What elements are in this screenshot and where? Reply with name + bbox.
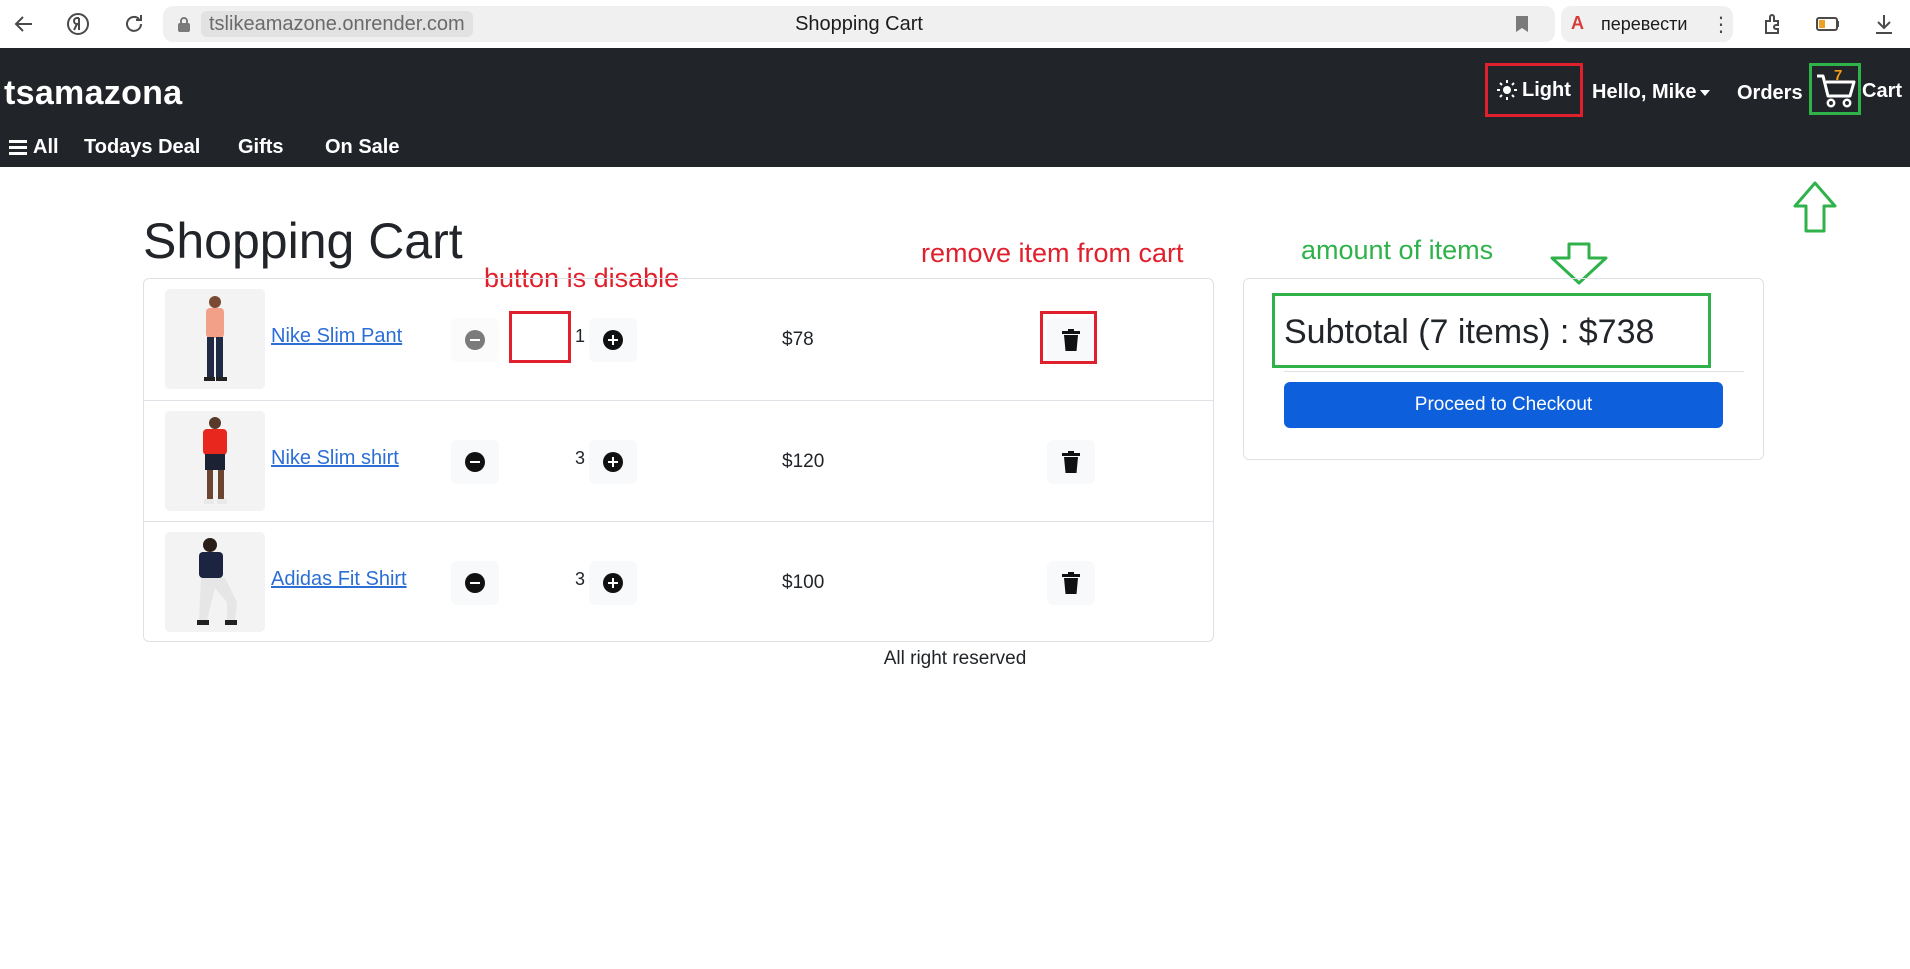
increase-quantity-button[interactable]: [589, 318, 637, 362]
minus-circle-icon: [465, 573, 485, 593]
address-bar[interactable]: tslikeamazone.onrender.com Shopping Cart: [163, 6, 1555, 42]
highlight-remove-button: [1040, 311, 1097, 364]
cart-item-row: Adidas Fit Shirt 3 $100: [144, 521, 1213, 642]
user-label: Hello, Mike: [1592, 81, 1697, 103]
model-leg-left: [207, 337, 214, 377]
subnav-on-sale[interactable]: On Sale: [325, 136, 399, 159]
minus-circle-icon: [465, 452, 485, 472]
cart-button[interactable]: 7: [1809, 63, 1861, 115]
model-leg-right: [216, 337, 223, 377]
subnav-gifts[interactable]: Gifts: [238, 136, 284, 159]
plus-circle-icon: [603, 330, 623, 350]
download-icon[interactable]: [1870, 10, 1898, 38]
translate-button[interactable]: A перевести ⋮: [1561, 6, 1733, 42]
arrow-up-annotation-icon: [1793, 181, 1837, 233]
browser-toolbar: tslikeamazone.onrender.com Shopping Cart…: [0, 0, 1910, 48]
product-name-link[interactable]: Adidas Fit Shirt: [271, 568, 407, 591]
trash-icon: [1062, 572, 1080, 594]
page-title: Shopping Cart: [143, 213, 463, 269]
product-image[interactable]: [165, 532, 265, 632]
decrease-quantity-button[interactable]: [451, 561, 499, 605]
cart-count-badge: 7: [1834, 67, 1843, 84]
proceed-to-checkout-button[interactable]: Proceed to Checkout: [1284, 382, 1723, 428]
battery-icon[interactable]: [1814, 10, 1842, 38]
annotation-remove-item: remove item from cart: [921, 238, 1184, 268]
product-image[interactable]: [165, 411, 265, 511]
yandex-logo-icon[interactable]: [64, 10, 92, 38]
translate-icon: A: [1571, 13, 1584, 33]
increase-quantity-button[interactable]: [589, 440, 637, 484]
theme-toggle-button[interactable]: Light: [1485, 63, 1583, 117]
user-dropdown[interactable]: Hello, Mike: [1592, 81, 1711, 104]
highlight-subtotal: [1272, 293, 1711, 368]
caret-down-icon: [1700, 89, 1711, 96]
decrease-quantity-button[interactable]: [451, 440, 499, 484]
subnav-all[interactable]: All: [9, 136, 59, 159]
item-price: $120: [782, 451, 825, 472]
remove-item-button[interactable]: [1047, 440, 1095, 484]
url-text[interactable]: tslikeamazone.onrender.com: [201, 11, 473, 37]
translate-label: перевести: [1601, 14, 1688, 34]
product-image[interactable]: [165, 289, 265, 389]
remove-item-button[interactable]: [1047, 561, 1095, 605]
item-price: $100: [782, 572, 825, 593]
summary-divider: [1284, 371, 1744, 372]
quantity-value: 3: [575, 448, 586, 468]
back-arrow-icon[interactable]: [10, 10, 38, 38]
bookmark-icon[interactable]: [1515, 15, 1529, 33]
hamburger-icon: [9, 137, 27, 158]
plus-circle-icon: [603, 573, 623, 593]
reload-icon[interactable]: [120, 10, 148, 38]
trash-icon: [1062, 451, 1080, 473]
subnav-all-label: All: [33, 136, 59, 158]
item-price: $78: [782, 329, 814, 350]
model-shorts: [205, 454, 225, 470]
cart-label[interactable]: Cart: [1862, 80, 1902, 103]
annotation-amount-items: amount of items: [1301, 235, 1494, 265]
decrease-quantity-button[interactable]: [451, 318, 499, 362]
model-shirt: [199, 552, 223, 578]
quantity-value: 3: [575, 569, 586, 589]
plus-circle-icon: [603, 452, 623, 472]
orders-link[interactable]: Orders: [1737, 82, 1803, 105]
lock-icon: [178, 17, 190, 32]
theme-label: Light: [1522, 79, 1571, 101]
quantity-value: 1: [575, 326, 586, 346]
product-name-link[interactable]: Nike Slim Pant: [271, 325, 402, 348]
extensions-icon[interactable]: [1760, 10, 1788, 38]
highlight-disabled-button: [509, 311, 571, 363]
more-vertical-icon[interactable]: ⋮: [1711, 12, 1731, 37]
model-shirt: [206, 308, 224, 338]
subnav-todays-deal[interactable]: Todays Deal: [84, 136, 200, 159]
sun-icon: [1497, 80, 1517, 100]
product-name-link[interactable]: Nike Slim shirt: [271, 447, 399, 470]
cart-item-row: Nike Slim shirt 3 $120: [144, 400, 1213, 521]
increase-quantity-button[interactable]: [589, 561, 637, 605]
brand-logo[interactable]: tsamazona: [4, 74, 182, 113]
minus-circle-icon: [465, 330, 485, 350]
model-shirt: [203, 429, 227, 455]
footer-text: All right reserved: [883, 648, 1027, 669]
site-navbar: tsamazona Light Hello, Mike Orders 7 Car…: [0, 48, 1910, 167]
